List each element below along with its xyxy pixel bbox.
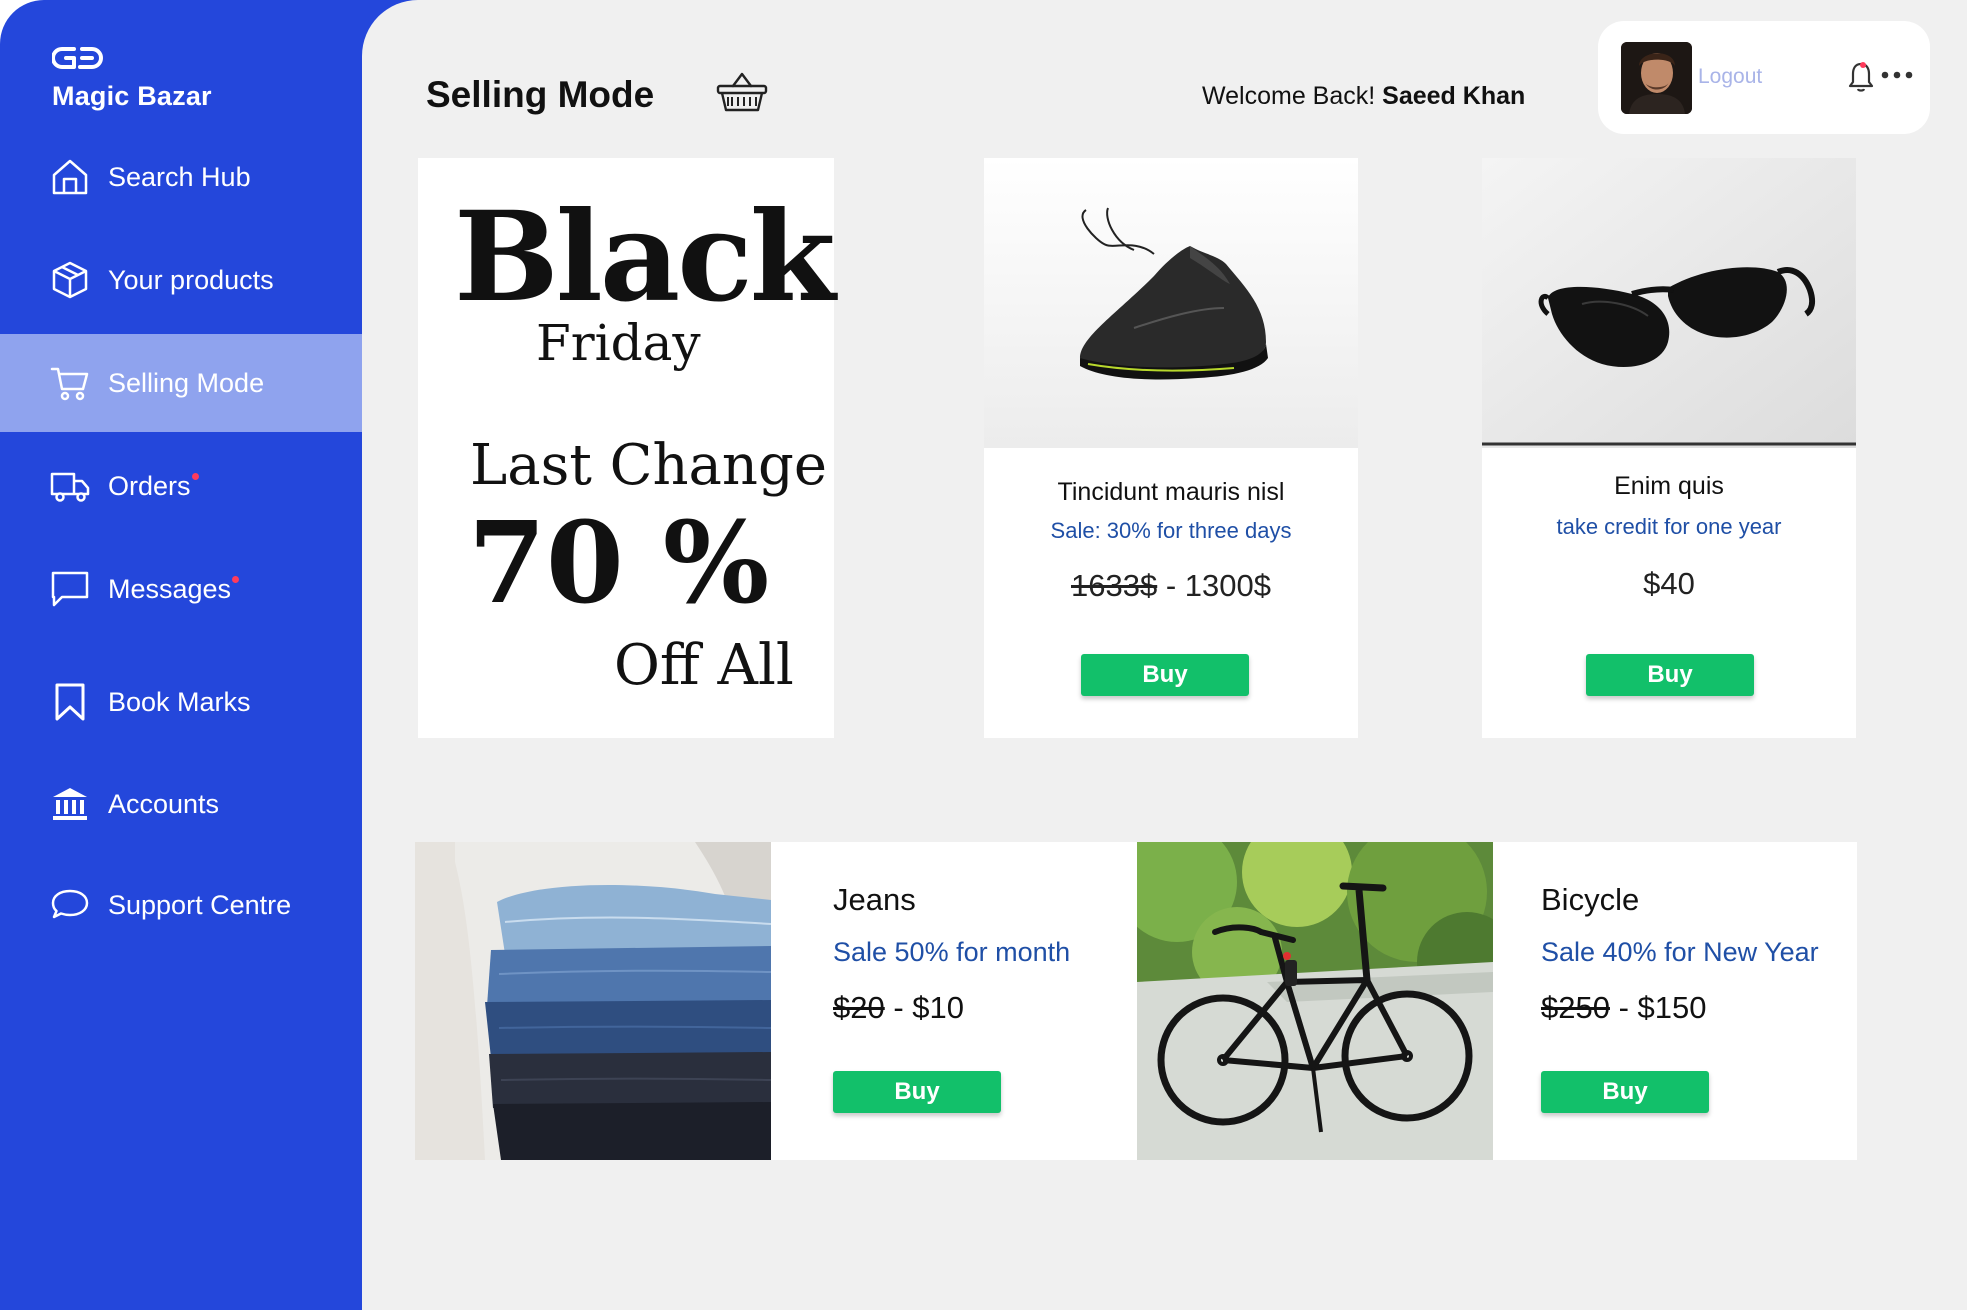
notification-dot <box>191 472 199 480</box>
price-separator: - <box>1157 568 1185 603</box>
cart-icon <box>50 367 89 401</box>
product-name: Tincidunt mauris nisl <box>1057 478 1285 506</box>
notification-dot <box>1860 62 1866 68</box>
product-card: Enim quis take credit for one year $40 B… <box>1482 158 1856 738</box>
product-sale: Sale 40% for New Year <box>1541 937 1819 967</box>
chat-bubble-icon <box>51 889 89 919</box>
sidebar-item-selling-mode[interactable]: Selling Mode <box>0 334 362 432</box>
brand-name: Magic Bazar <box>52 81 212 111</box>
promo-title: Black <box>454 185 836 330</box>
product-price: $250 - $150 <box>1541 990 1707 1026</box>
product-price: $20 - $10 <box>833 990 964 1026</box>
sidebar-item-label: Selling Mode <box>108 367 265 398</box>
main-panel: Selling Mode Welcome Back! Saeed Khan Lo <box>362 0 1967 1310</box>
sidebar-item-label: Search Hub <box>108 161 251 192</box>
buy-button[interactable]: Buy <box>833 1071 1001 1113</box>
sidebar-item-label: Book Marks <box>108 686 251 717</box>
product-image-jeans[interactable] <box>415 842 771 1160</box>
buy-button[interactable]: Buy <box>1541 1071 1709 1113</box>
sidebar-item-label: Messages <box>108 574 240 605</box>
truck-icon <box>50 472 90 502</box>
bookmark-icon <box>55 683 85 721</box>
brand[interactable]: Magic Bazar <box>51 44 212 112</box>
product-card-wide: Bicycle Sale 40% for New Year $250 - $15… <box>1137 842 1857 1160</box>
product-sale: Sale 50% for month <box>833 937 1071 967</box>
sidebar-item-messages[interactable]: Messages <box>0 540 362 638</box>
basket-icon[interactable] <box>716 70 768 114</box>
sidebar-item-accounts[interactable]: Accounts <box>0 755 362 853</box>
sunglasses-image <box>1482 158 1856 448</box>
old-price: $20 <box>833 990 885 1025</box>
bicycle-image <box>1137 842 1493 1160</box>
product-card-wide: Jeans Sale 50% for month $20 - $10 Buy <box>415 842 1137 1160</box>
logout-link[interactable]: Logout <box>1698 65 1762 89</box>
sidebar-item-book-marks[interactable]: Book Marks <box>0 653 362 751</box>
promo-off-all: Off All <box>614 633 794 698</box>
sidebar-item-label: Your products <box>108 264 274 295</box>
product-image-bicycle[interactable] <box>1137 842 1493 1160</box>
product-image-sunglasses[interactable] <box>1482 158 1856 448</box>
price-separator: - <box>884 990 913 1025</box>
user-card: Logout <box>1598 21 1930 134</box>
old-price: $250 <box>1541 990 1610 1025</box>
logo-icon <box>51 47 103 69</box>
app-window: Magic Bazar Search Hub Your products Sel… <box>0 0 1967 1310</box>
home-icon <box>52 159 88 195</box>
welcome-message: Welcome Back! Saeed Khan <box>1202 82 1525 111</box>
sidebar-item-support-centre[interactable]: Support Centre <box>0 856 362 954</box>
price-separator: - <box>1609 990 1638 1025</box>
page-title: Selling Mode <box>426 74 655 115</box>
product-price: $40 <box>1643 566 1695 601</box>
old-price: 1633$ <box>1071 568 1158 603</box>
product-image-sneaker[interactable] <box>984 158 1358 448</box>
product-sale: take credit for one year <box>1556 514 1782 539</box>
welcome-prefix: Welcome Back! <box>1202 82 1376 110</box>
sneaker-image <box>984 158 1358 448</box>
notification-dot <box>232 575 240 583</box>
avatar-portrait-icon <box>1621 42 1692 114</box>
sidebar-item-search-hub[interactable]: Search Hub <box>0 128 362 226</box>
product-name: Jeans <box>833 882 916 917</box>
product-price: 1633$ - 1300$ <box>984 568 1358 604</box>
new-price: $10 <box>912 990 965 1025</box>
product-name: Bicycle <box>1541 882 1640 917</box>
new-price: $150 <box>1637 990 1707 1025</box>
bank-icon <box>53 788 87 820</box>
sidebar-item-label: Accounts <box>108 788 220 819</box>
jeans-image <box>415 842 771 1160</box>
promo-subtitle: Friday <box>536 314 701 372</box>
product-card: Tincidunt mauris nisl Sale: 30% for thre… <box>984 158 1358 738</box>
sidebar-item-label: Orders <box>108 471 199 502</box>
new-price: 1300$ <box>1184 568 1271 603</box>
buy-button[interactable]: Buy <box>1586 654 1754 696</box>
sidebar-item-your-products[interactable]: Your products <box>0 231 362 329</box>
black-friday-banner[interactable]: Black Friday Last Change 70 % Off All <box>418 158 836 738</box>
avatar[interactable] <box>1621 42 1692 114</box>
box-icon <box>52 261 88 299</box>
sidebar: Magic Bazar Search Hub Your products Sel… <box>0 0 362 1310</box>
more-options-icon[interactable] <box>1880 65 1914 85</box>
promo-tagline: Last Change <box>470 433 827 498</box>
buy-button[interactable]: Buy <box>1081 654 1249 696</box>
sidebar-item-label: Support Centre <box>108 889 292 920</box>
user-name: Saeed Khan <box>1382 82 1526 110</box>
product-name: Enim quis <box>1614 472 1724 500</box>
message-icon <box>51 571 89 607</box>
sidebar-item-orders[interactable]: Orders <box>0 437 362 535</box>
promo-discount: 70 % <box>468 498 770 629</box>
product-sale: Sale: 30% for three days <box>1050 518 1292 543</box>
